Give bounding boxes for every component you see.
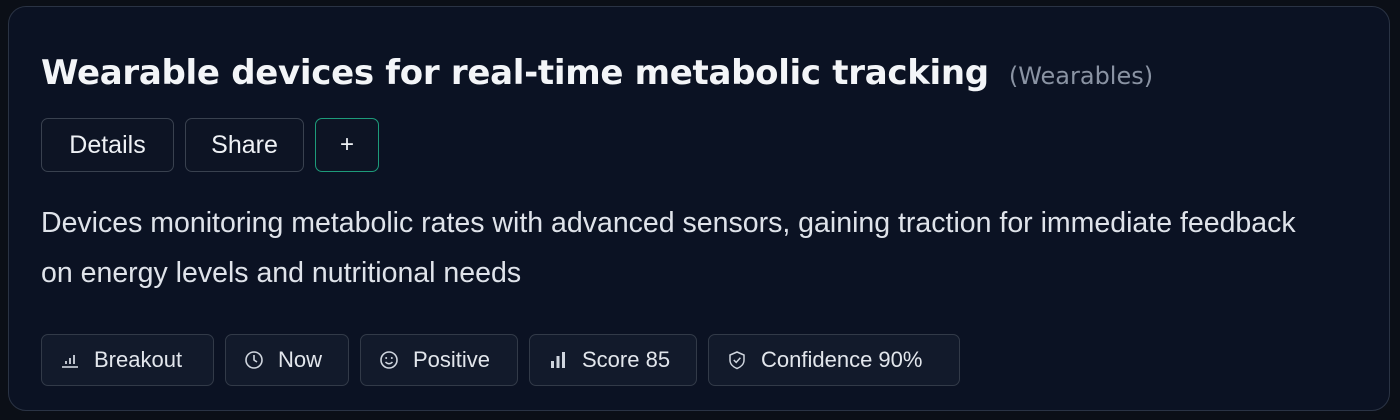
tag-now: Now [225, 334, 349, 386]
tag-label: Breakout [94, 347, 183, 372]
title-row: Wearable devices for real-time metabolic… [41, 53, 1153, 93]
tag-label: Confidence 90% [761, 347, 923, 372]
category-label: (Wearables) [1008, 62, 1154, 90]
details-button[interactable]: Details [41, 118, 174, 172]
clock-icon [245, 351, 263, 369]
tag-label: Score 85 [582, 347, 671, 372]
card-title: Wearable devices for real-time metabolic… [41, 53, 989, 93]
tag-breakout: Breakout [41, 334, 214, 386]
action-buttons: Details Share + [41, 118, 379, 172]
tag-positive: Positive [360, 334, 518, 386]
tag-score: Score 85 [529, 334, 697, 386]
shield-check-icon [729, 351, 745, 370]
tag-confidence: Confidence 90% [708, 334, 960, 386]
tag-label: Positive [413, 347, 491, 372]
smiley-icon [380, 351, 398, 369]
bar-chart-icon [62, 355, 78, 368]
tag-label: Now [278, 347, 323, 372]
signal-bars-icon [551, 352, 565, 368]
card-description: Devices monitoring metabolic rates with … [41, 207, 1296, 289]
share-button[interactable]: Share [185, 118, 304, 172]
tag-list: Breakout Now Positive Score 85 Confidenc… [41, 334, 960, 386]
add-button[interactable]: + [315, 118, 379, 172]
trend-card: Wearable devices for real-time metabolic… [8, 6, 1390, 411]
